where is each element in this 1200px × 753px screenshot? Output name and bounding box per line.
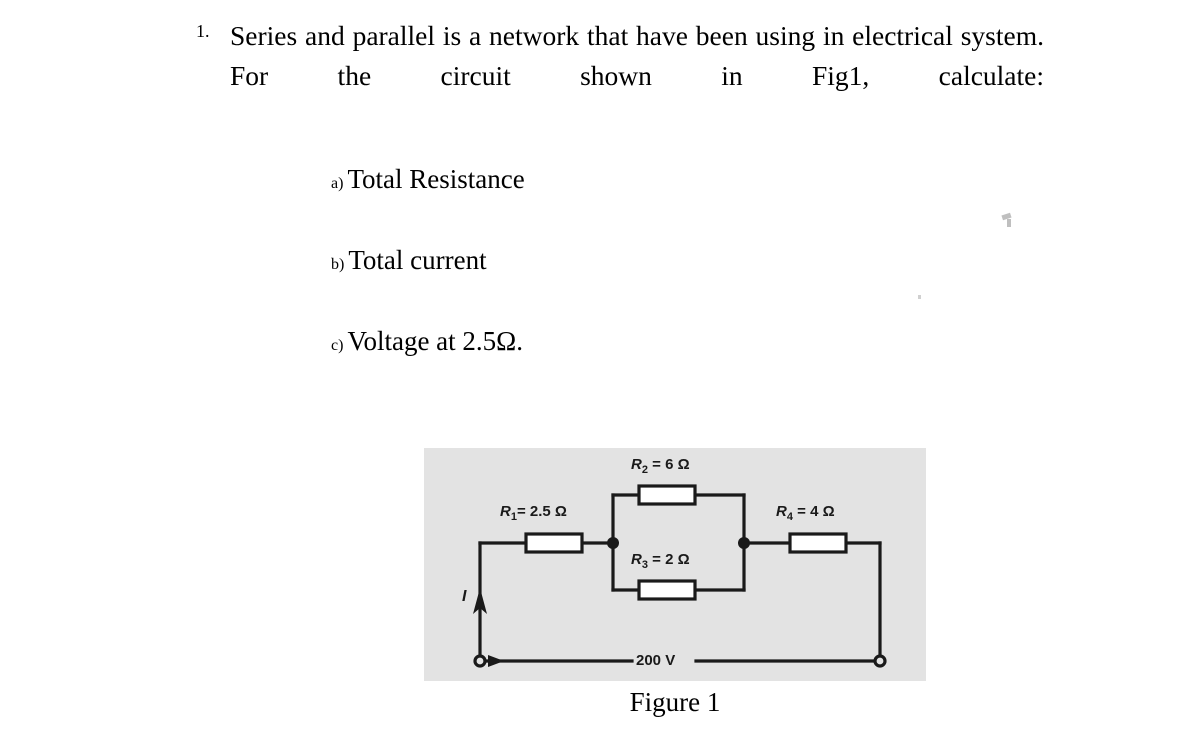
terminal-right (873, 654, 887, 668)
junction-dot-right (738, 537, 750, 549)
question-text: Series and parallel is a network that ha… (230, 20, 1044, 92)
scan-speck (918, 295, 921, 299)
resistor-r4-body (788, 532, 848, 554)
sub-item-a-marker: a) (331, 175, 344, 193)
resistor-r2-body (637, 484, 697, 506)
circuit-panel: R1= 2.5 Ω R2 = 6 Ω R3 = 2 Ω R4 = 4 Ω 200… (424, 448, 926, 681)
question-number: 1. (196, 21, 210, 41)
junction-dot-left (607, 537, 619, 549)
current-direction-arrow-bottom (488, 655, 504, 667)
sub-item-a-label: Total Resistance (347, 164, 525, 195)
junction-nodes (607, 537, 750, 549)
circuit-figure: R1= 2.5 Ω R2 = 6 Ω R3 = 2 Ω R4 = 4 Ω 200… (424, 448, 926, 681)
sub-item-b-marker: b) (331, 256, 345, 274)
terminal-left (473, 654, 487, 668)
circuit-diagram-svg (473, 484, 887, 668)
sub-item-b-label: Total current (348, 245, 487, 276)
circuit-wires (478, 493, 882, 663)
resistor-r3-body (637, 579, 697, 601)
scan-speck (1007, 219, 1011, 227)
resistor-bodies (524, 484, 848, 601)
sub-item-c-marker: c) (331, 337, 344, 355)
sub-item-c-label: Voltage at 2.5Ω. (347, 326, 523, 357)
sub-item-a: a) Total Resistance (331, 166, 1044, 193)
sub-item-list: a) Total Resistance b) Total current c) Vol… (196, 166, 1044, 355)
question-main: 1. Series and parallel is a network that… (196, 16, 1044, 136)
sub-item-c: c) Voltage at 2.5Ω. (331, 328, 1044, 355)
question-block: 1. Series and parallel is a network that… (196, 16, 1044, 355)
figure-caption: Figure 1 (629, 687, 721, 717)
resistor-r1-body (524, 532, 584, 554)
sub-item-b: b) Total current (331, 247, 1044, 274)
